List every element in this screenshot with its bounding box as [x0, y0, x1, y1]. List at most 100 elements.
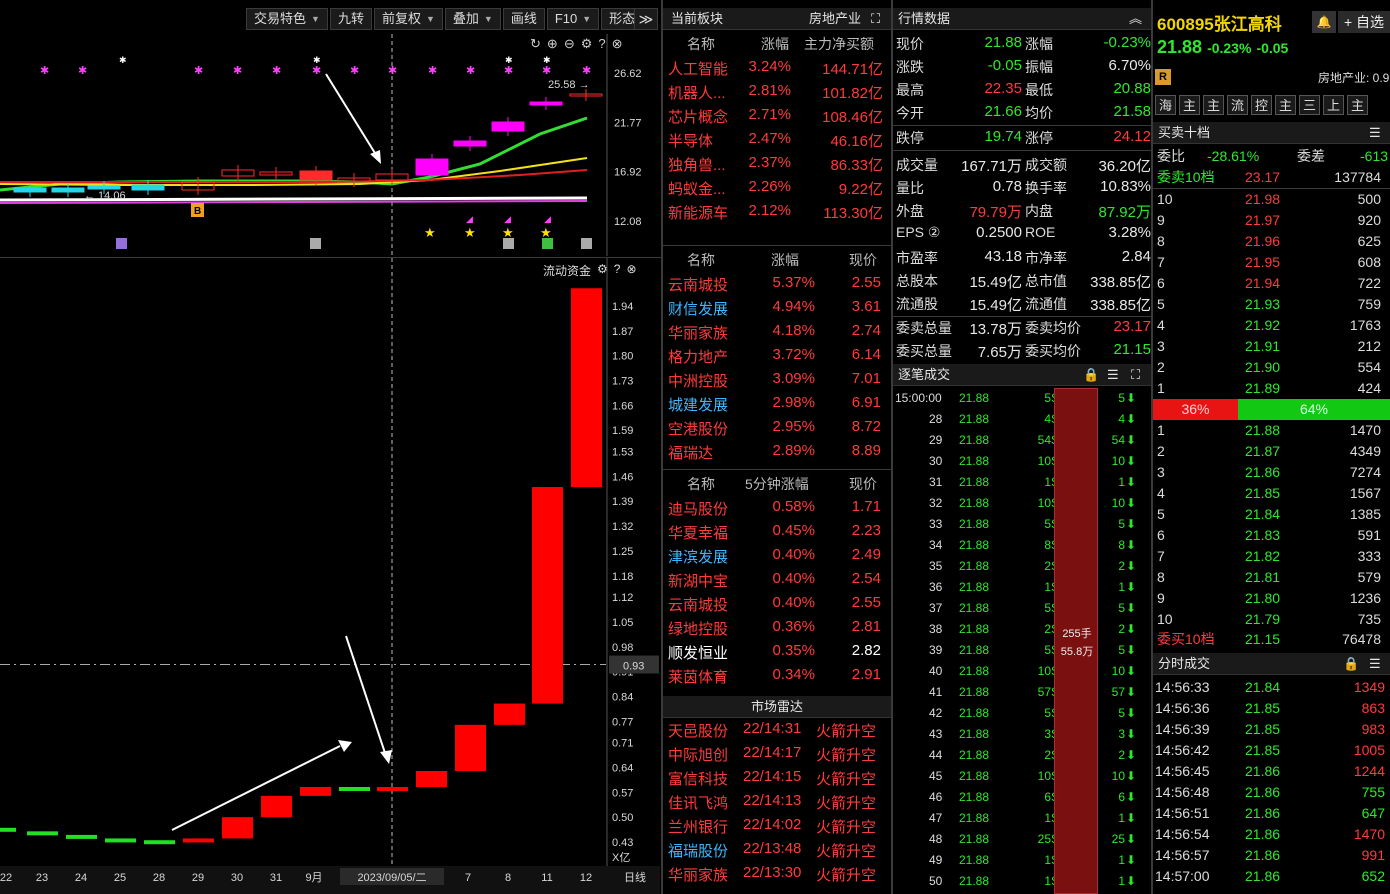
timesales-price: 21.86 — [1245, 826, 1281, 842]
tick-row[interactable]: 3221.8810S10⬇ — [893, 493, 1151, 514]
tick-row[interactable]: 4521.8810S10⬇ — [893, 766, 1151, 787]
timesales-row[interactable]: 14:56:48 21.86 755 — [1153, 782, 1390, 803]
book-level-row[interactable]: 3 21.86 7274 — [1153, 462, 1390, 483]
flow-ytick: 1.25 — [612, 546, 633, 558]
toolbar-item-4[interactable]: 画线 — [502, 8, 545, 30]
book-level-row[interactable]: 8 21.96 625 — [1153, 231, 1390, 252]
tick-time: 31 — [929, 475, 943, 489]
tick-row[interactable]: 4821.8825S25⬇ — [893, 829, 1151, 850]
list-icon[interactable]: ☰ — [1369, 653, 1381, 675]
stock-chip[interactable]: 海 — [1155, 95, 1176, 115]
tick-row[interactable]: 4321.883S3⬇ — [893, 724, 1151, 745]
alert-bell-icon[interactable]: 🔔 — [1312, 11, 1336, 33]
flow-fund-chart[interactable]: 1.94 1.87 1.80 1.73 1.66 1.59 1.53 1.46 1.39 1.32… — [0, 258, 660, 894]
book-level-row[interactable]: 6 21.94 722 — [1153, 273, 1390, 294]
tick-row[interactable]: 4421.882S2⬇ — [893, 745, 1151, 766]
book-level-row[interactable]: 9 21.97 920 — [1153, 210, 1390, 231]
tick-row[interactable]: 3321.885S5⬇ — [893, 514, 1151, 535]
xaxis-label: 30 — [231, 872, 243, 884]
stock-chip[interactable]: 主 — [1275, 95, 1296, 115]
book-level-row[interactable]: 4 21.85 1567 — [1153, 483, 1390, 504]
book-level-row[interactable]: 1 21.89 424 — [1153, 378, 1390, 399]
tick-row[interactable]: 2821.884S4⬇ — [893, 409, 1151, 430]
xaxis-label[interactable]: 日线 — [624, 870, 646, 884]
stock-chip[interactable]: 流 — [1227, 95, 1248, 115]
tick-row[interactable]: 4221.885S5⬇ — [893, 703, 1151, 724]
stock-chip[interactable]: 三 — [1299, 95, 1320, 115]
tick-row[interactable]: 3521.882S2⬇ — [893, 556, 1151, 577]
book-level-row[interactable]: 5 21.93 759 — [1153, 294, 1390, 315]
book-level-volume: 4349 — [1349, 443, 1381, 459]
timesales-row[interactable]: 14:56:57 21.86 991 — [1153, 845, 1390, 866]
timesales-row[interactable]: 14:56:36 21.85 863 — [1153, 698, 1390, 719]
book-level-row[interactable]: 10 21.98 500 — [1153, 189, 1390, 210]
toolbar-item-2[interactable]: 前复权 ▼ — [373, 8, 443, 30]
book-level-row[interactable]: 3 21.91 212 — [1153, 336, 1390, 357]
book-level-price: 21.92 — [1245, 317, 1281, 333]
timesales-row[interactable]: 14:56:39 21.85 983 — [1153, 719, 1390, 740]
sector-name[interactable]: 房地产业 — [809, 8, 861, 30]
lock-icon[interactable]: 🔒 — [1343, 653, 1359, 675]
book-level-row[interactable]: 7 21.95 608 — [1153, 252, 1390, 273]
toolbar-item-0[interactable]: 交易特色 ▼ — [246, 8, 328, 30]
stock-chip[interactable]: 上 — [1323, 95, 1344, 115]
book-level-row[interactable]: 9 21.80 1236 — [1153, 588, 1390, 609]
tick-row[interactable]: 4721.881S1⬇ — [893, 808, 1151, 829]
book-level-row[interactable]: 5 21.84 1385 — [1153, 504, 1390, 525]
book-level-row[interactable]: 2 21.87 4349 — [1153, 441, 1390, 462]
rank-row-change: 5.37% — [772, 274, 815, 291]
tick-row[interactable]: 4021.8810S10⬇ — [893, 661, 1151, 682]
tick-row[interactable]: 5021.881S1⬇ — [893, 871, 1151, 892]
tick-row[interactable]: 4921.881S1⬇ — [893, 850, 1151, 871]
tick-row[interactable]: 4621.886S6⬇ — [893, 787, 1151, 808]
expand-icon[interactable]: ⛶ — [1131, 364, 1140, 386]
book-level-row[interactable]: 1 21.88 1470 — [1153, 420, 1390, 441]
tick-row[interactable]: 3621.881S1⬇ — [893, 577, 1151, 598]
book-level-price: 21.82 — [1245, 548, 1281, 564]
book-level-row[interactable]: 6 21.83 591 — [1153, 525, 1390, 546]
book-level-row[interactable]: 10 21.79 735 — [1153, 609, 1390, 630]
stock-chip[interactable]: 主 — [1179, 95, 1200, 115]
orderbook-header: 买卖十档 ☰ — [1153, 122, 1390, 144]
timesales-row[interactable]: 14:56:33 21.84 1349 — [1153, 677, 1390, 698]
book-level-row[interactable]: 7 21.82 333 — [1153, 546, 1390, 567]
timesales-row[interactable]: 14:56:54 21.86 1470 — [1153, 824, 1390, 845]
collapse-icon[interactable]: ︽ — [1129, 8, 1142, 30]
tick-row[interactable]: 3821.882S2⬇ — [893, 619, 1151, 640]
sell10-price: 23.17 — [1245, 169, 1281, 185]
timesales-row[interactable]: 14:56:42 21.85 1005 — [1153, 740, 1390, 761]
toolbar-item-5[interactable]: F10 ▼ — [546, 8, 600, 30]
tick-row[interactable]: 4121.8857S57⬇ — [893, 682, 1151, 703]
book-level-row[interactable]: 8 21.81 579 — [1153, 567, 1390, 588]
lock-icon[interactable]: 🔒 — [1083, 364, 1099, 386]
tick-row[interactable]: 3121.881S1⬇ — [893, 472, 1151, 493]
tick-row[interactable]: 3721.885S5⬇ — [893, 598, 1151, 619]
stock-chip[interactable]: 主 — [1203, 95, 1224, 115]
timesales-row[interactable]: 14:56:51 21.86 647 — [1153, 803, 1390, 824]
list-icon[interactable]: ☰ — [1369, 122, 1381, 144]
stock-industry[interactable]: 房地产业: 0.9 — [1318, 69, 1390, 86]
toolbar-item-3[interactable]: 叠加 ▼ — [444, 8, 501, 30]
toolbar-more-button[interactable]: ≫ — [634, 8, 658, 30]
kline-chart[interactable]: 26.6221.7716.9212.08✱ ✱ ✱ ✱ ✱ ✱ ✱ ✱ ✱ ✱ ✱ ✱ ✱✱ ✱ ✱ ✱★ ★ ★… — [0, 34, 660, 256]
timesales-row[interactable]: 14:57:00 21.86 652 — [1153, 866, 1390, 887]
flow-bar — [27, 831, 58, 836]
book-level-row[interactable]: 4 21.92 1763 — [1153, 315, 1390, 336]
list-icon[interactable]: ☰ — [1107, 364, 1119, 386]
book-level-index: 3 — [1157, 338, 1165, 354]
stock-chip[interactable]: 控 — [1251, 95, 1272, 115]
tick-row[interactable]: 3421.888S8⬇ — [893, 535, 1151, 556]
toolbar-item-1[interactable]: 九转 — [329, 8, 372, 30]
rank-row-change: 3.72% — [772, 346, 815, 363]
book-level-row[interactable]: 2 21.90 554 — [1153, 357, 1390, 378]
tick-row[interactable]: 2921.8854S54⬇ — [893, 430, 1151, 451]
timesales-row[interactable]: 14:56:45 21.86 1244 — [1153, 761, 1390, 782]
add-watchlist-button[interactable]: + 自选 — [1338, 11, 1390, 33]
stock-chip[interactable]: 主 — [1347, 95, 1368, 115]
tick-sum: 1 — [1118, 475, 1125, 489]
tick-row[interactable]: 3921.885S5⬇ — [893, 640, 1151, 661]
tick-row[interactable]: 15:00:0021.885S5⬇ — [893, 388, 1151, 409]
tick-row[interactable]: 3021.8810S10⬇ — [893, 451, 1151, 472]
expand-icon[interactable]: ⛶ — [871, 8, 880, 30]
candle — [299, 170, 333, 181]
